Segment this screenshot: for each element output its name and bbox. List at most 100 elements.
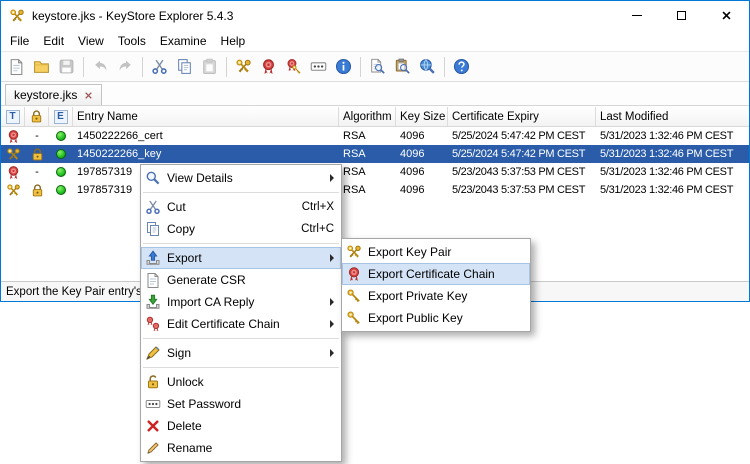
- menu-item-unlock[interactable]: Unlock: [141, 371, 341, 393]
- menu-item-cut[interactable]: Cut Ctrl+X: [141, 196, 341, 218]
- cell-last-modified: 5/31/2023 1:32:46 PM CEST: [596, 130, 749, 142]
- window-title: keystore.jks - KeyStore Explorer 5.4.3: [32, 9, 607, 23]
- header-algorithm[interactable]: Algorithm: [339, 107, 396, 126]
- menu-item-copy[interactable]: Copy Ctrl+C: [141, 218, 341, 240]
- magnifier-icon: [145, 170, 161, 186]
- status-text: Export the Key Pair entry's ce: [6, 286, 157, 298]
- lock-status-cell: -: [25, 130, 49, 142]
- titlebar[interactable]: keystore.jks - KeyStore Explorer 5.4.3: [1, 1, 749, 30]
- shortcut-label: Ctrl+X: [302, 201, 334, 213]
- document-icon: [145, 272, 161, 288]
- examine-file-button[interactable]: [365, 54, 390, 79]
- copy-button[interactable]: [172, 54, 197, 79]
- import-key-pair-button[interactable]: [281, 54, 306, 79]
- tab-keystore-jks[interactable]: keystore.jks: [5, 84, 102, 105]
- cell-key-size: 4096: [396, 166, 448, 178]
- redo-button[interactable]: [113, 54, 138, 79]
- cell-key-size: 4096: [396, 148, 448, 160]
- menu-item-set-password[interactable]: Set Password: [141, 393, 341, 415]
- key-pair-icon: [6, 147, 21, 162]
- paste-button[interactable]: [197, 54, 222, 79]
- submenu-arrow-icon: [330, 320, 334, 328]
- undo-button[interactable]: [88, 54, 113, 79]
- key-pair-icon: [6, 183, 21, 198]
- expiry-status-cell: [49, 167, 73, 177]
- menu-separator: [143, 192, 339, 193]
- copy-icon: [145, 221, 161, 237]
- generate-key-pair-button[interactable]: [231, 54, 256, 79]
- context-menu: View Details Cut Ctrl+X Copy Ctrl+C Expo…: [140, 164, 342, 462]
- import-trusted-certificate-button[interactable]: [256, 54, 281, 79]
- table-row-selected[interactable]: 1450222266_key RSA 4096 5/25/2024 5:47:4…: [1, 145, 749, 163]
- folder-icon: [33, 58, 50, 75]
- save-keystore-button[interactable]: [54, 54, 79, 79]
- set-password-button[interactable]: [306, 54, 331, 79]
- menu-help[interactable]: Help: [214, 32, 253, 50]
- table-row[interactable]: 197857319 RSA 4096 5/23/2043 5:37:53 PM …: [1, 181, 749, 199]
- header-key-size[interactable]: Key Size: [396, 107, 448, 126]
- toolbar-separator: [83, 57, 84, 77]
- menu-item-export-certificate-chain[interactable]: Export Certificate Chain: [342, 263, 530, 285]
- header-certificate-expiry[interactable]: Certificate Expiry: [448, 107, 596, 126]
- menu-item-export[interactable]: Export: [141, 247, 341, 269]
- cut-button[interactable]: [147, 54, 172, 79]
- menu-item-import-ca-reply[interactable]: Import CA Reply: [141, 291, 341, 313]
- cell-entry-name: 1450222266_cert: [73, 130, 339, 142]
- close-button[interactable]: [704, 1, 749, 30]
- menu-edit[interactable]: Edit: [36, 32, 71, 50]
- menu-item-export-key-pair[interactable]: Export Key Pair: [342, 241, 530, 263]
- menu-item-sign[interactable]: Sign: [141, 342, 341, 364]
- tab-close-icon[interactable]: [84, 91, 93, 100]
- toolbar-separator: [226, 57, 227, 77]
- maximize-icon: [677, 11, 686, 20]
- expiry-header-icon: E: [54, 110, 68, 124]
- header-type[interactable]: T: [1, 107, 25, 126]
- properties-button[interactable]: [331, 54, 356, 79]
- examine-ssl-button[interactable]: [415, 54, 440, 79]
- lock-icon: [30, 147, 45, 162]
- header-lock[interactable]: [25, 107, 49, 126]
- maximize-button[interactable]: [659, 1, 704, 30]
- table-row[interactable]: - 197857319 RSA 4096 5/23/2043 5:37:53 P…: [1, 163, 749, 181]
- lock-status-cell: [25, 147, 49, 162]
- tab-label: keystore.jks: [14, 88, 77, 102]
- open-keystore-button[interactable]: [29, 54, 54, 79]
- delete-icon: [145, 418, 161, 434]
- cell-key-size: 4096: [396, 130, 448, 142]
- menu-item-export-private-key[interactable]: Export Private Key: [342, 285, 530, 307]
- menu-item-edit-certificate-chain[interactable]: Edit Certificate Chain: [141, 313, 341, 335]
- cell-certificate-expiry: 5/23/2043 5:37:53 PM CEST: [448, 184, 596, 196]
- examine-clipboard-button[interactable]: [390, 54, 415, 79]
- status-ok-icon: [56, 185, 66, 195]
- entry-type-cell: [1, 129, 25, 144]
- menu-item-generate-csr[interactable]: Generate CSR: [141, 269, 341, 291]
- unlock-icon: [145, 374, 161, 390]
- close-icon: [721, 10, 732, 21]
- menu-file[interactable]: File: [3, 32, 36, 50]
- menu-item-view-details[interactable]: View Details: [141, 167, 341, 189]
- menu-item-export-public-key[interactable]: Export Public Key: [342, 307, 530, 329]
- table-header-row: T E Entry Name Algorithm Key Size Certif…: [1, 107, 749, 127]
- magnifier-clipboard-icon: [394, 58, 411, 75]
- status-ok-icon: [56, 167, 66, 177]
- header-last-modified[interactable]: Last Modified: [596, 107, 749, 126]
- magnifier-globe-icon: [419, 58, 436, 75]
- header-expiry[interactable]: E: [49, 107, 73, 126]
- menu-examine[interactable]: Examine: [153, 32, 214, 50]
- menu-separator: [143, 338, 339, 339]
- table-row[interactable]: - 1450222266_cert RSA 4096 5/25/2024 5:4…: [1, 127, 749, 145]
- lock-status-cell: -: [25, 166, 49, 178]
- new-keystore-button[interactable]: [4, 54, 29, 79]
- import-icon: [145, 294, 161, 310]
- menu-view[interactable]: View: [71, 32, 111, 50]
- menu-item-delete[interactable]: Delete: [141, 415, 341, 437]
- menu-tools[interactable]: Tools: [111, 32, 153, 50]
- entry-type-cell: [1, 183, 25, 198]
- shortcut-label: Ctrl+C: [301, 223, 334, 235]
- help-button[interactable]: [449, 54, 474, 79]
- menu-item-rename[interactable]: Rename: [141, 437, 341, 459]
- minimize-button[interactable]: [614, 1, 659, 30]
- scissors-icon: [151, 58, 168, 75]
- app-icon: [9, 8, 25, 24]
- header-entry-name[interactable]: Entry Name: [73, 107, 339, 126]
